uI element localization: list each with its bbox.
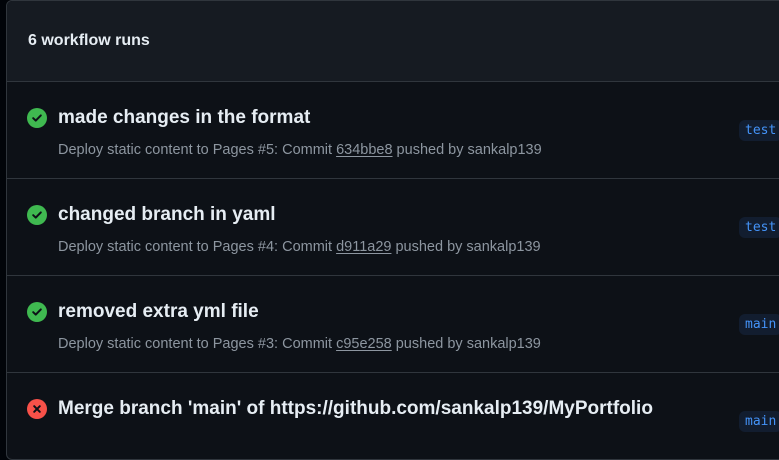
run-title-link[interactable]: removed extra yml file [58, 301, 259, 323]
commit-sha-link[interactable]: 634bbe8 [336, 142, 392, 158]
runs-header: 6 workflow runs [7, 1, 779, 82]
run-meta: Deploy static content to Pages #3: Commi… [58, 336, 541, 352]
workflow-run-row[interactable]: Merge branch 'main' of https://github.co… [7, 373, 779, 459]
x-circle-icon [27, 399, 47, 419]
pushed-by-text: pushed by sankalp139 [392, 142, 542, 158]
workflow-run-row[interactable]: changed branch in yaml Deploy static con… [7, 179, 779, 276]
commit-prefix: : Commit [274, 239, 337, 255]
check-circle-icon [27, 205, 47, 225]
branch-badge[interactable]: test [739, 120, 779, 141]
run-title-link[interactable]: made changes in the format [58, 107, 310, 129]
run-title-link[interactable]: changed branch in yaml [58, 204, 276, 226]
run-meta: Deploy static content to Pages #4: Commi… [58, 239, 541, 255]
run-meta: Deploy static content to Pages #5: Commi… [58, 142, 542, 158]
branch-badge[interactable]: main [739, 411, 779, 432]
run-number: #4 [257, 239, 275, 255]
commit-sha-link[interactable]: d911a29 [336, 239, 391, 255]
workflow-runs-panel: 6 workflow runs made changes in the form… [6, 0, 779, 460]
commit-sha-link[interactable]: c95e258 [336, 336, 392, 352]
workflow-run-row[interactable]: made changes in the format Deploy static… [7, 82, 779, 179]
workflow-name: Deploy static content to Pages [58, 336, 254, 352]
pushed-by-text: pushed by sankalp139 [391, 239, 541, 255]
run-title-link[interactable]: Merge branch 'main' of https://github.co… [58, 398, 653, 420]
run-number: #3 [257, 336, 275, 352]
check-circle-icon [27, 108, 47, 128]
check-circle-icon [27, 302, 47, 322]
workflow-name: Deploy static content to Pages [58, 142, 254, 158]
workflow-run-row[interactable]: removed extra yml file Deploy static con… [7, 276, 779, 373]
workflow-name: Deploy static content to Pages [58, 239, 254, 255]
runs-count-title: 6 workflow runs [28, 32, 150, 49]
pushed-by-text: pushed by sankalp139 [391, 336, 541, 352]
branch-badge[interactable]: test [739, 217, 779, 238]
branch-badge[interactable]: main [739, 314, 779, 335]
run-number: #5 [257, 142, 275, 158]
commit-prefix: : Commit [274, 336, 337, 352]
commit-prefix: : Commit [274, 142, 337, 158]
